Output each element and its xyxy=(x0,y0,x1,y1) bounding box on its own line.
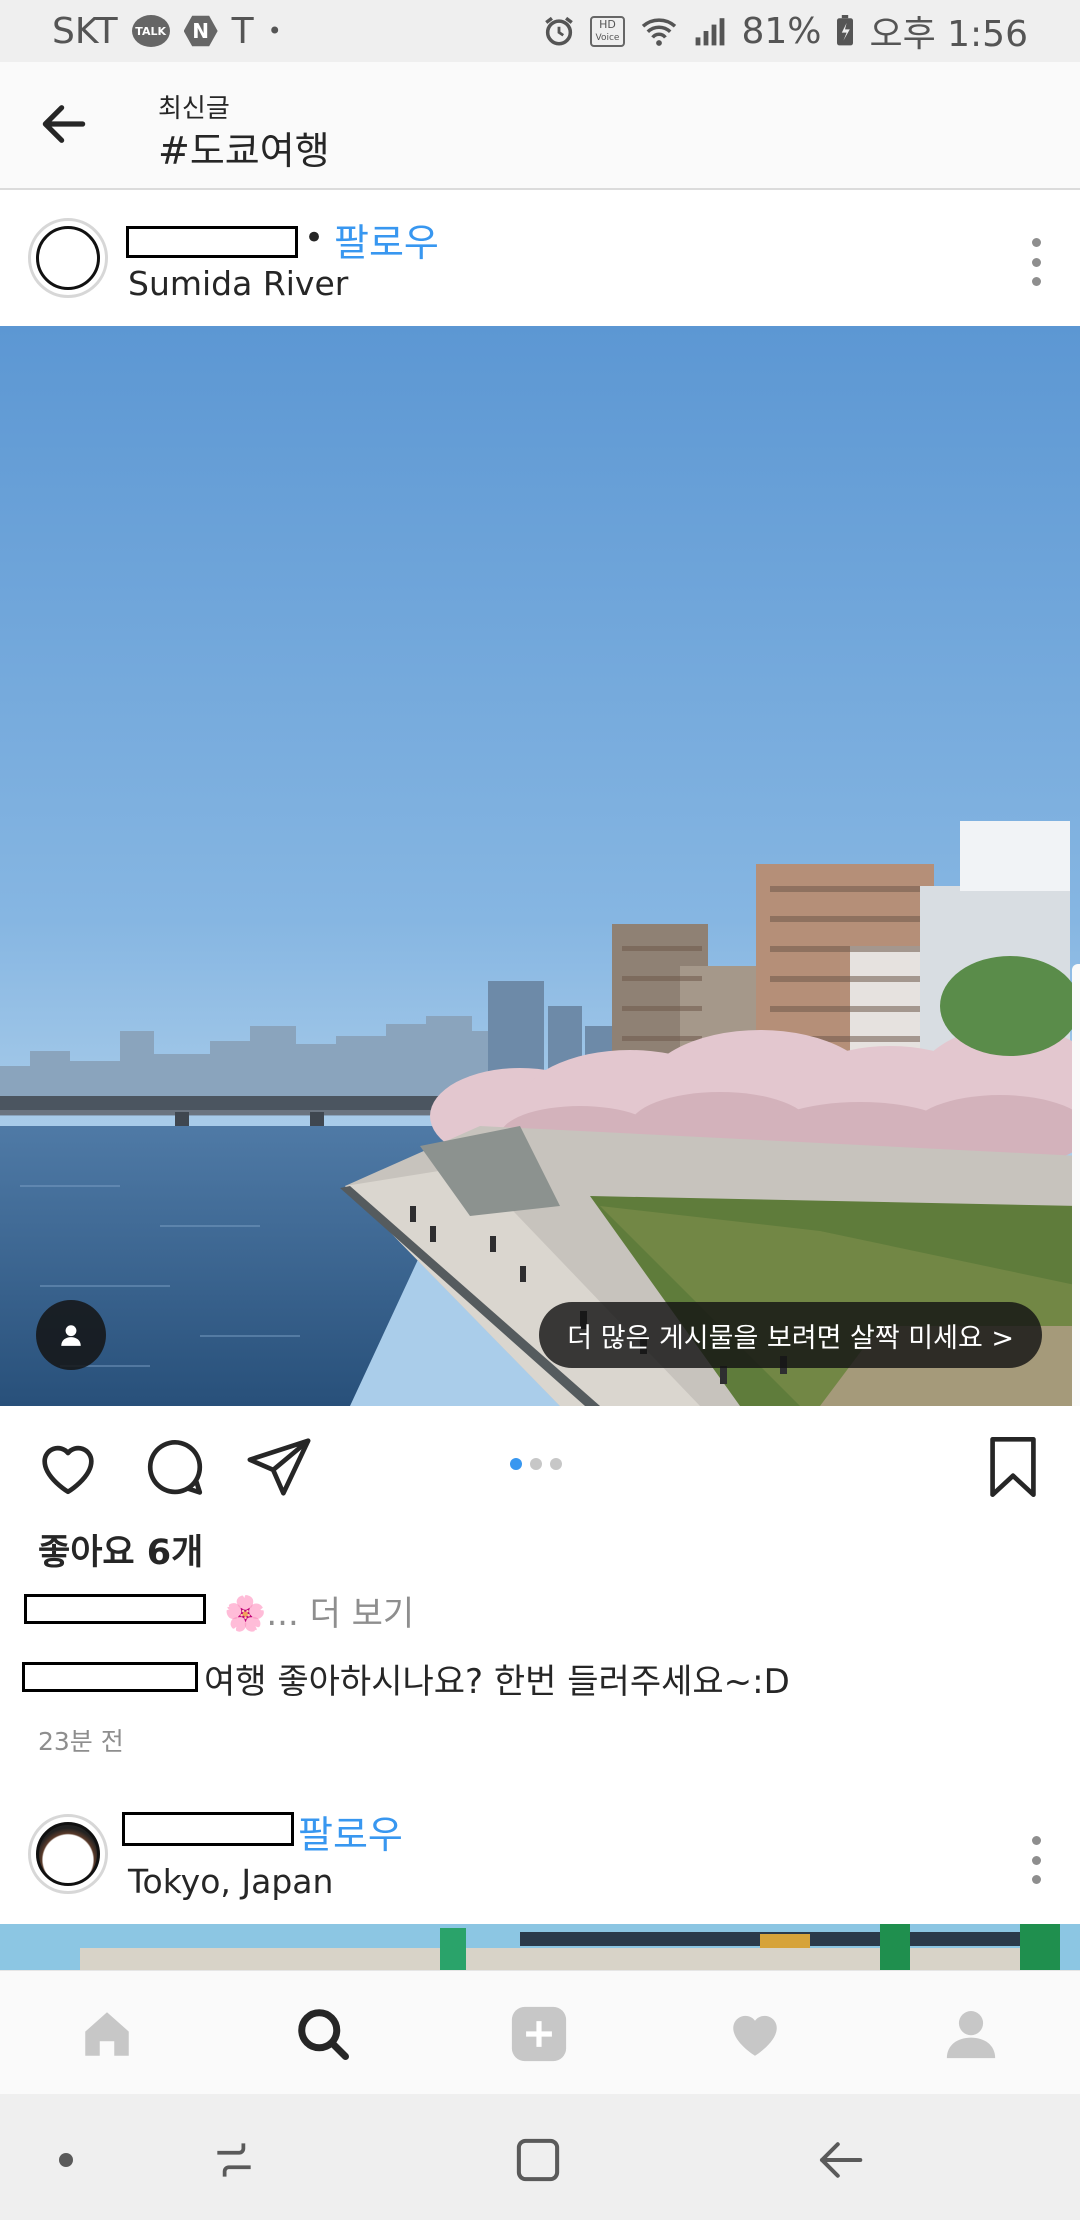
tagged-people-button[interactable] xyxy=(36,1300,106,1370)
hashtag-title: #도쿄여행 xyxy=(158,129,330,173)
nav-recents[interactable] xyxy=(204,2130,264,2190)
tab-add[interactable] xyxy=(504,1999,574,2069)
dot-icon xyxy=(59,2153,73,2167)
plus-square-icon xyxy=(511,2006,567,2062)
nav-dot[interactable] xyxy=(36,2130,96,2190)
hd-voice-icon: HD Voice xyxy=(589,15,626,47)
carousel-dot xyxy=(550,1458,562,1470)
carousel-dot xyxy=(530,1458,542,1470)
redacted-comment-author[interactable] xyxy=(22,1662,198,1692)
side-edge-handle[interactable] xyxy=(1072,964,1080,1406)
alarm-icon xyxy=(544,16,573,46)
redacted-username[interactable] xyxy=(126,226,298,258)
arrow-left-icon[interactable] xyxy=(36,96,92,152)
home-square-icon xyxy=(516,2138,560,2182)
swipe-hint[interactable]: 더 많은 게시물을 보려면 살짝 미세요 > xyxy=(539,1302,1042,1368)
back-arrow-icon xyxy=(819,2142,863,2178)
voice-label: Voice xyxy=(595,32,620,43)
post-photo[interactable]: 더 많은 게시물을 보려면 살짝 미세요 > xyxy=(0,326,1080,1406)
nav-home[interactable] xyxy=(508,2130,568,2190)
paper-plane-icon[interactable] xyxy=(244,1432,314,1502)
tab-home[interactable] xyxy=(72,1999,142,2069)
carousel-indicator xyxy=(510,1458,562,1470)
battery-percent: 81% xyxy=(741,10,822,52)
home-icon xyxy=(85,2012,129,2056)
heart-outline-icon[interactable] xyxy=(33,1432,103,1502)
follow-button[interactable]: 팔로우 xyxy=(334,212,439,267)
follow-button-2[interactable]: 팔로우 xyxy=(298,1804,403,1859)
carousel-dot-active xyxy=(510,1458,522,1470)
post-photo-2-preview xyxy=(0,1924,1080,1970)
person-icon xyxy=(946,2011,996,2059)
tab-profile[interactable] xyxy=(936,1999,1006,2069)
post-photo-2[interactable] xyxy=(0,1924,1080,1970)
caption-preview[interactable]: 🌸... 더 보기 xyxy=(224,1586,414,1635)
avatar-2[interactable] xyxy=(28,1814,108,1894)
status-bar: SKT TALK N T • HD Voice 81% 오후 1:56 xyxy=(0,0,1080,62)
post-location[interactable]: Sumida River xyxy=(128,264,348,303)
bookmark-icon[interactable] xyxy=(978,1432,1048,1502)
signal-icon xyxy=(696,18,725,46)
post-actions xyxy=(0,1424,1080,1504)
tab-activity[interactable] xyxy=(720,1999,790,2069)
like-count[interactable]: 좋아요 6개 xyxy=(38,1524,203,1575)
post-location-2[interactable]: Tokyo, Japan xyxy=(128,1862,333,1901)
recent-apps-icon xyxy=(217,2143,251,2177)
app-header: 최신글 #도쿄여행 xyxy=(0,62,1080,190)
kakaotalk-icon: TALK xyxy=(131,15,170,47)
tmap-icon: T xyxy=(231,10,254,52)
nav-back[interactable] xyxy=(810,2130,870,2190)
redacted-username-2[interactable] xyxy=(122,1812,294,1846)
status-bar-right: HD Voice 81% 오후 1:56 xyxy=(542,5,1028,57)
heart-filled-icon xyxy=(733,2015,777,2056)
tab-search[interactable] xyxy=(288,1999,358,2069)
hd-label: HD xyxy=(599,17,616,31)
naver-icon: N xyxy=(183,15,218,47)
post-header: • 팔로우 Sumida River xyxy=(0,190,1080,326)
bottom-tab-bar xyxy=(0,1970,1080,2094)
search-icon xyxy=(298,2009,349,2060)
status-bar-left: SKT TALK N T • xyxy=(52,11,282,52)
battery-charging-icon xyxy=(837,15,854,46)
separator-dot: • xyxy=(304,218,325,258)
carrier-label: SKT xyxy=(52,10,118,52)
post-timestamp: 23분 전 xyxy=(38,1727,124,1756)
more-options-icon[interactable] xyxy=(1030,238,1042,286)
redacted-caption-author[interactable] xyxy=(24,1594,206,1624)
clock: 오후 1:56 xyxy=(869,14,1028,55)
wifi-icon xyxy=(642,18,677,46)
comment-text: 여행 좋아하시나요? 한번 들러주세요~:D xyxy=(204,1662,790,1702)
post-header-2: 팔로우 Tokyo, Japan xyxy=(0,1788,1080,1924)
speech-bubble-icon[interactable] xyxy=(140,1432,210,1502)
more-options-icon-2[interactable] xyxy=(1030,1836,1042,1884)
system-nav-bar xyxy=(0,2094,1080,2220)
notification-dot: • xyxy=(267,17,282,45)
person-icon xyxy=(61,1325,81,1346)
sumida-river-photo xyxy=(0,326,1080,1406)
avatar[interactable] xyxy=(28,218,108,298)
